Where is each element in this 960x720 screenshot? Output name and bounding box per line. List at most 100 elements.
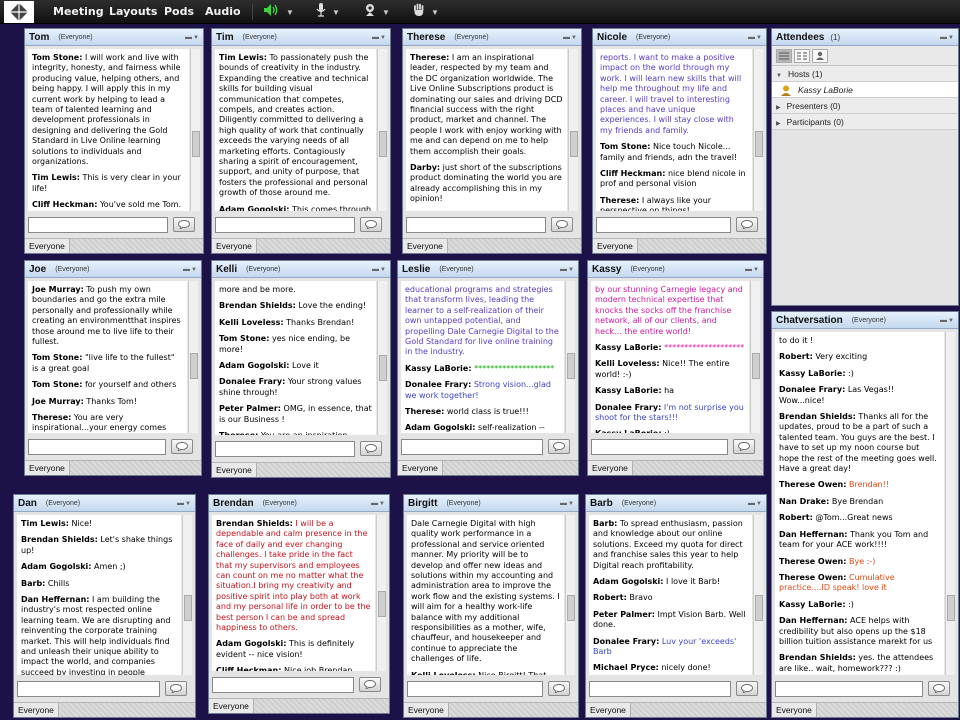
pod-options-icon[interactable]: ▬▼ (185, 29, 199, 47)
chat-tab-everyone[interactable]: Everyone (586, 703, 631, 717)
vertical-scrollbar[interactable] (753, 49, 763, 211)
chat-input[interactable] (401, 439, 543, 455)
chat-tab-everyone[interactable]: Everyone (25, 461, 70, 475)
chat-input[interactable] (407, 681, 543, 697)
chat-tab-everyone[interactable]: Everyone (398, 461, 443, 475)
scrollbar-thumb[interactable] (570, 131, 578, 157)
pod-options-icon[interactable]: ▬▼ (371, 495, 385, 513)
vertical-scrollbar[interactable] (377, 49, 387, 211)
send-button[interactable] (171, 439, 193, 454)
vertical-scrollbar[interactable] (565, 515, 575, 675)
pod-options-icon[interactable]: ▬▼ (177, 495, 191, 513)
chat-input[interactable] (17, 681, 160, 697)
send-button[interactable] (733, 439, 755, 454)
send-button[interactable] (736, 681, 758, 696)
scrollbar-thumb[interactable] (755, 131, 763, 157)
chat-tab-everyone[interactable]: Everyone (212, 463, 257, 477)
send-button[interactable] (360, 217, 382, 232)
chat-tab-everyone[interactable]: Everyone (593, 239, 638, 253)
send-button[interactable] (173, 217, 195, 232)
chat-input[interactable] (591, 439, 728, 455)
send-button[interactable] (551, 217, 573, 232)
chat-input[interactable] (28, 217, 168, 233)
chat-message: Adam Gogolski: This comes through loud (219, 205, 372, 211)
vertical-scrollbar[interactable] (565, 281, 575, 433)
scrollbar-thumb[interactable] (192, 131, 200, 157)
menu-meeting[interactable]: Meeting (53, 0, 104, 24)
chat-input[interactable] (406, 217, 546, 233)
chat-input[interactable] (28, 439, 166, 455)
send-button[interactable] (165, 681, 187, 696)
scrollbar-thumb[interactable] (947, 595, 955, 621)
pod-options-icon[interactable]: ▬▼ (748, 29, 762, 47)
pod-options-icon[interactable]: ▬▼ (940, 312, 954, 330)
scrollbar-thumb[interactable] (567, 353, 575, 379)
pod-options-icon[interactable]: ▬▼ (745, 261, 759, 279)
chat-pod: Tim (Everyone) ▬▼ Tim Lewis: To passiona… (211, 28, 391, 254)
chat-input[interactable] (589, 681, 731, 697)
chat-tab-everyone[interactable]: Everyone (588, 461, 633, 475)
webcam-button[interactable]: ▼ (363, 3, 390, 21)
chat-message: Therese: I am an inspirational leader, r… (410, 53, 563, 157)
vertical-scrollbar[interactable] (188, 281, 198, 433)
vertical-scrollbar[interactable] (182, 515, 192, 675)
chat-tab-everyone[interactable]: Everyone (14, 703, 59, 717)
chat-input[interactable] (212, 677, 354, 693)
scrollbar-thumb[interactable] (190, 353, 198, 379)
raise-hand-button[interactable]: ▼ (412, 3, 439, 21)
send-button[interactable] (548, 439, 570, 454)
chat-tab-everyone[interactable]: Everyone (404, 703, 449, 717)
chat-messages: educational programs and strategies that… (401, 281, 564, 433)
send-button[interactable] (928, 681, 950, 696)
menu-audio[interactable]: Audio (205, 0, 241, 24)
pod-options-icon[interactable]: ▬▼ (560, 261, 574, 279)
microphone-button[interactable]: ▼ (315, 2, 340, 21)
pod-options-icon[interactable]: ▬▼ (183, 261, 197, 279)
chat-input[interactable] (215, 217, 355, 233)
pod-options-icon[interactable]: ▬▼ (748, 495, 762, 513)
chat-tab-everyone[interactable]: Everyone (209, 699, 254, 713)
speaker-button[interactable]: ▼ (263, 3, 294, 21)
send-button[interactable] (736, 217, 758, 232)
send-button[interactable] (360, 441, 382, 456)
scrollbar-thumb[interactable] (379, 131, 387, 157)
chat-tab-everyone[interactable]: Everyone (403, 239, 448, 253)
chat-message: Kassy LaBorie: :) (779, 600, 940, 610)
pod-options-icon[interactable]: ▬▼ (372, 29, 386, 47)
scrollbar-thumb[interactable] (379, 355, 387, 381)
user-status-icon[interactable] (812, 48, 828, 63)
scrollbar-thumb[interactable] (378, 591, 386, 617)
chat-input[interactable] (215, 441, 355, 457)
pod-options-icon[interactable]: ▬▼ (372, 261, 386, 279)
vertical-scrollbar[interactable] (190, 49, 200, 211)
scrollbar-thumb[interactable] (755, 595, 763, 621)
hosts-group[interactable]: ▼ Hosts (1) (772, 66, 958, 82)
chat-input[interactable] (775, 681, 923, 697)
chat-input[interactable] (596, 217, 731, 233)
presenters-group[interactable]: ▶ Presenters (0) (772, 98, 958, 114)
attendee-host-row[interactable]: Kassy LaBorie (772, 82, 958, 98)
chat-tab-everyone[interactable]: Everyone (25, 239, 70, 253)
grid-view-icon[interactable] (794, 48, 810, 63)
vertical-scrollbar[interactable] (753, 515, 763, 675)
chat-tab-everyone[interactable]: Everyone (212, 239, 257, 253)
pod-options-icon[interactable]: ▬▼ (560, 495, 574, 513)
send-button[interactable] (548, 681, 570, 696)
chat-tab-everyone[interactable]: Everyone (772, 703, 817, 717)
scrollbar-thumb[interactable] (184, 595, 192, 621)
vertical-scrollbar[interactable] (376, 515, 386, 671)
menu-layouts[interactable]: Layouts (109, 0, 157, 24)
scrollbar-thumb[interactable] (567, 595, 575, 621)
pod-options-icon[interactable]: ▬▼ (940, 29, 954, 47)
list-view-icon[interactable] (776, 48, 792, 63)
menu-pods[interactable]: Pods (164, 0, 194, 24)
send-button[interactable] (359, 677, 381, 692)
vertical-scrollbar[interactable] (750, 281, 760, 433)
vertical-scrollbar[interactable] (377, 281, 387, 435)
participants-group[interactable]: ▶ Participants (0) (772, 114, 958, 130)
pod-header: Brendan (Everyone) ▬▼ (209, 495, 389, 512)
scrollbar-thumb[interactable] (752, 353, 760, 379)
vertical-scrollbar[interactable] (568, 49, 578, 211)
vertical-scrollbar[interactable] (945, 332, 955, 675)
pod-options-icon[interactable]: ▬▼ (563, 29, 577, 47)
